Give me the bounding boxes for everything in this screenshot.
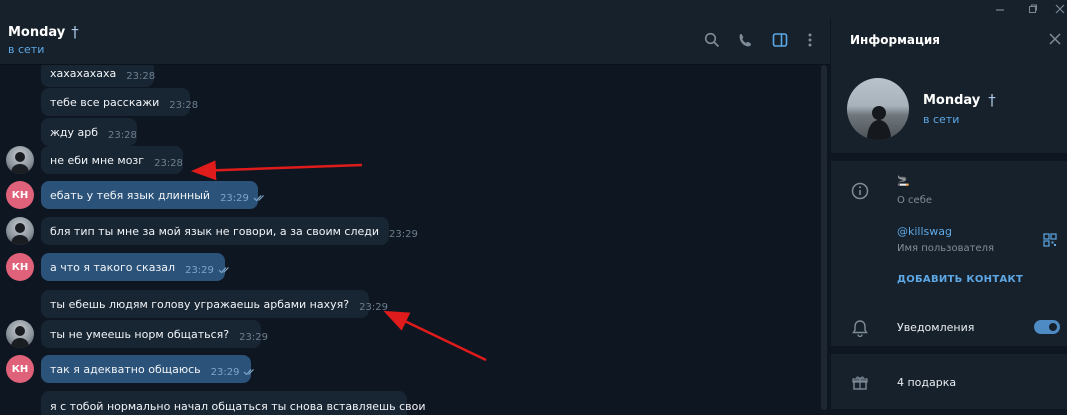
scrollbar[interactable] (821, 65, 827, 410)
message-time: 23:29 (185, 264, 214, 276)
bio-text: 🚬 (897, 176, 910, 187)
close-icon[interactable] (1048, 31, 1064, 47)
profile-name-text: Monday (923, 92, 981, 108)
panel-divider (831, 153, 1067, 161)
avatar[interactable]: КН (6, 253, 34, 281)
more-icon[interactable] (800, 30, 820, 50)
profile-name: Monday † (923, 91, 996, 109)
message-text: так я адекватно общаюсь (50, 362, 201, 376)
message-text: жду арб (50, 125, 99, 139)
avatar[interactable] (6, 320, 34, 348)
search-icon[interactable] (702, 30, 722, 50)
message-text: тебе все расскажи (50, 95, 160, 109)
notifications-label: Уведомления (897, 321, 975, 334)
message-row: КН ебать у тебя язык длинный 23:29 (0, 181, 800, 211)
username-link[interactable]: @killswag (897, 225, 952, 238)
message-row: ты не умеешь норм общаться? 23:29 (0, 320, 800, 350)
info-panel: Информация Monday † в сети 🚬 О себе @kil… (831, 18, 1067, 415)
gifts-label[interactable]: 4 подарка (897, 376, 956, 389)
message-text: ты не умеешь норм общаться? (50, 327, 230, 341)
maximize-icon[interactable] (1018, 0, 1048, 18)
double-check-icon (253, 192, 267, 205)
message-bubble[interactable]: жду арб 23:28 (41, 118, 137, 146)
chat-title[interactable]: Monday † (8, 23, 79, 41)
panel-divider (831, 409, 1067, 415)
avatar[interactable] (6, 217, 34, 245)
message-bubble[interactable]: а что я такого сказал 23:29 (41, 253, 229, 281)
window-titlebar (0, 0, 1067, 18)
chat-status: в сети (8, 43, 45, 56)
message-text: ты ебешь людям голову угражаешь арбами н… (50, 297, 350, 311)
message-row: не еби мне мозг 23:28 (0, 146, 800, 176)
panel-title: Информация (850, 33, 940, 47)
qr-code-icon[interactable] (1040, 230, 1060, 250)
message-row: КН так я адекватно общаюсь 23:29 (0, 355, 800, 385)
message-time: 23:29 (210, 366, 240, 378)
message-row: КН а что я такого сказал 23:29 (0, 253, 800, 283)
avatar[interactable]: КН (6, 181, 34, 209)
message-row: ты ебешь людям голову угражаешь арбами н… (0, 290, 800, 320)
message-row: я с тобой нормально начал общаться ты сн… (0, 391, 800, 415)
message-time: 23:28 (108, 129, 137, 141)
panel-divider (831, 346, 1067, 354)
message-bubble[interactable]: тебе все расскажи 23:28 (41, 88, 198, 116)
sidebar-toggle-icon[interactable] (770, 30, 790, 50)
message-bubble[interactable]: ебать у тебя язык длинный 23:29 (41, 181, 264, 209)
username-label: Имя пользователя (897, 243, 995, 254)
message-bubble[interactable]: хахахахаха 23:28 (41, 65, 156, 87)
message-bubble[interactable]: бля тип ты мне за мой язык не говори, а … (41, 217, 418, 245)
avatar[interactable] (6, 146, 34, 174)
avatar[interactable]: КН (6, 355, 34, 383)
message-bubble[interactable]: ты не умеешь норм общаться? 23:29 (41, 320, 268, 348)
info-icon (850, 181, 870, 201)
chat-name: Monday (8, 24, 66, 40)
profile-name-symbol: † (988, 91, 996, 109)
message-time: 23:29 (220, 192, 249, 204)
message-text: я с тобой нормально начал общаться ты сн… (50, 399, 426, 413)
message-time: 23:28 (169, 99, 199, 111)
message-text: не еби мне мозг (50, 153, 145, 167)
message-row: хахахахаха 23:28 (0, 65, 800, 89)
message-row: бля тип ты мне за мой язык не говори, а … (0, 217, 800, 247)
message-text: ебать у тебя язык длинный (50, 188, 211, 202)
message-time: 23:29 (359, 301, 388, 313)
chat-header: Monday † в сети (0, 18, 830, 65)
message-time: 23:28 (154, 157, 183, 169)
notifications-toggle[interactable] (1034, 320, 1060, 334)
name-symbol: † (71, 23, 79, 41)
message-bubble[interactable]: не еби мне мозг 23:28 (41, 146, 183, 174)
message-text: бля тип ты мне за мой язык не говори, а … (50, 224, 380, 238)
phone-icon[interactable] (736, 30, 756, 50)
double-check-icon (243, 366, 257, 379)
profile-photo[interactable] (847, 78, 909, 140)
message-text: хахахахаха (50, 66, 117, 80)
double-check-icon (218, 264, 232, 277)
bell-icon (850, 318, 870, 338)
message-bubble[interactable]: так я адекватно общаюсь 23:29 (41, 355, 255, 383)
add-contact-button[interactable]: ДОБАВИТЬ КОНТАКТ (897, 274, 1023, 285)
message-list[interactable]: хахахахаха 23:28 тебе все расскажи 23:28… (0, 65, 830, 415)
message-text: а что я такого сказал (50, 260, 176, 274)
bio-label: О себе (897, 195, 933, 206)
close-icon[interactable] (1045, 0, 1067, 18)
message-bubble[interactable]: ты ебешь людям голову угражаешь арбами н… (41, 290, 388, 318)
profile-status: в сети (923, 113, 960, 126)
message-time: 23:29 (389, 228, 418, 240)
message-time: 23:28 (126, 70, 156, 82)
message-row: жду арб 23:28 (0, 118, 800, 148)
minimize-icon[interactable] (985, 0, 1015, 18)
message-row: тебе все расскажи 23:28 (0, 88, 800, 118)
gift-icon (850, 373, 870, 393)
message-bubble[interactable]: я с тобой нормально начал общаться ты сн… (41, 391, 426, 415)
message-time: 23:29 (239, 331, 268, 343)
